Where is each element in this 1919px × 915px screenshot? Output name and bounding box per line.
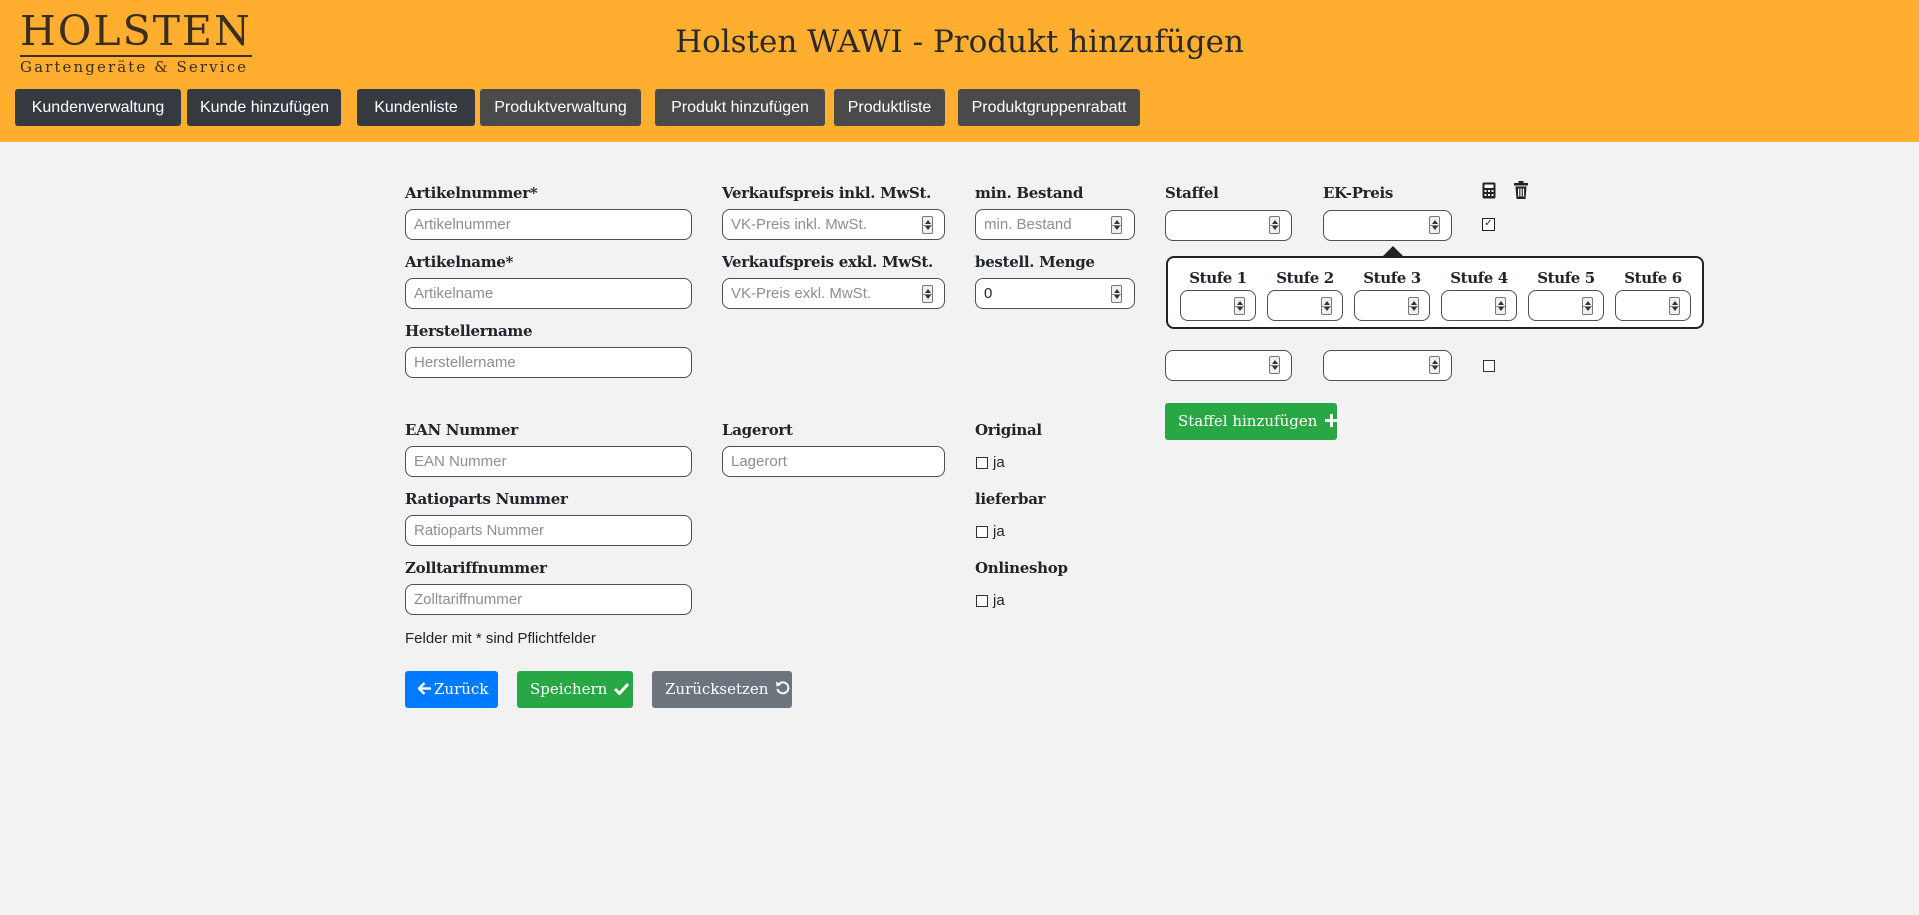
onlineshop-checkbox[interactable]	[976, 595, 988, 607]
arrow-left-icon	[417, 672, 431, 709]
stufe-label-4: Stufe 4	[1450, 269, 1508, 287]
label-onlineshop: Onlineshop	[975, 559, 1068, 577]
stufe-spinner-1[interactable]	[1234, 297, 1245, 315]
stufe-spinner-6[interactable]	[1669, 297, 1680, 315]
back-label: Zurück	[434, 680, 489, 698]
save-label: Speichern	[530, 680, 608, 698]
min-bestand-spinner[interactable]	[1111, 216, 1122, 234]
label-lagerort: Lagerort	[722, 421, 793, 439]
ek-preis-spinner-2[interactable]	[1429, 356, 1440, 374]
stufe-label-1: Stufe 1	[1189, 269, 1247, 287]
stufe-label-2: Stufe 2	[1276, 269, 1334, 287]
label-staffel: Staffel	[1165, 184, 1219, 202]
label-bestell-menge: bestell. Menge	[975, 253, 1095, 271]
page-title: Holsten WAWI - Produkt hinzufügen	[675, 24, 1244, 60]
vk-inkl-spinner[interactable]	[922, 216, 933, 234]
stufe-label-6: Stufe 6	[1624, 269, 1682, 287]
nav-kundenliste[interactable]: Kundenliste	[357, 89, 475, 126]
stufe-spinner-3[interactable]	[1408, 297, 1419, 315]
staffel-checkbox-2[interactable]	[1483, 360, 1495, 372]
stufe-label-5: Stufe 5	[1537, 269, 1595, 287]
staffel-spinner-1[interactable]	[1269, 216, 1280, 234]
stufe-spinner-5[interactable]	[1582, 297, 1593, 315]
header-bar: HOLSTEN Gartengeräte & Service Holsten W…	[0, 0, 1919, 142]
label-vk-inkl: Verkaufspreis inkl. MwSt.	[722, 184, 932, 202]
label-lieferbar: lieferbar	[975, 490, 1046, 508]
stufe-input-3[interactable]	[1354, 290, 1430, 321]
vk-inkl-input[interactable]	[722, 209, 945, 240]
nav-produktgruppenrabatt[interactable]: Produktgruppenrabatt	[958, 89, 1140, 126]
herstellername-input[interactable]	[405, 347, 692, 378]
nav-produktverwaltung[interactable]: Produktverwaltung	[480, 89, 641, 126]
plus-icon	[1325, 404, 1339, 441]
nav-kundenverwaltung[interactable]: Kundenverwaltung	[15, 89, 181, 126]
trash-icon[interactable]	[1514, 181, 1528, 199]
label-ean: EAN Nummer	[405, 421, 518, 439]
stufe-input-5[interactable]	[1528, 290, 1604, 321]
nav-kunde-hinzufuegen[interactable]: Kunde hinzufügen	[187, 89, 341, 126]
lieferbar-checkbox[interactable]	[976, 526, 988, 538]
label-artikelname: Artikelname*	[405, 253, 514, 271]
stufe-label-3: Stufe 3	[1363, 269, 1421, 287]
label-ratioparts: Ratioparts Nummer	[405, 490, 568, 508]
label-herstellername: Herstellername	[405, 322, 533, 340]
bestell-menge-spinner[interactable]	[1111, 285, 1122, 303]
vk-exkl-spinner[interactable]	[922, 285, 933, 303]
stufe-input-4[interactable]	[1441, 290, 1517, 321]
checkmark-icon	[614, 672, 630, 709]
nav-produktliste[interactable]: Produktliste	[834, 89, 945, 126]
nav-produkt-hinzufuegen[interactable]: Produkt hinzufügen	[655, 89, 825, 126]
label-vk-exkl: Verkaufspreis exkl. MwSt.	[722, 253, 933, 271]
label-min-bestand: min. Bestand	[975, 184, 1084, 202]
ratioparts-input[interactable]	[405, 515, 692, 546]
staffel-checkbox-1[interactable]: ✓	[1482, 218, 1495, 231]
save-button[interactable]: Speichern	[517, 671, 633, 708]
stufe-spinner-4[interactable]	[1495, 297, 1506, 315]
reset-label: Zurücksetzen	[665, 680, 769, 698]
staffel-add-button[interactable]: Staffel hinzufügen	[1165, 403, 1339, 441]
back-button[interactable]: Zurück	[405, 671, 498, 708]
stufe-input-2[interactable]	[1267, 290, 1343, 321]
required-fields-note: Felder mit * sind Pflichtfelder	[405, 630, 596, 647]
lagerort-input[interactable]	[722, 446, 945, 477]
ek-preis-spinner-1[interactable]	[1429, 216, 1440, 234]
original-option-label: ja	[993, 454, 1005, 471]
onlineshop-option-label: ja	[993, 592, 1005, 609]
original-checkbox[interactable]	[976, 457, 988, 469]
label-original: Original	[975, 421, 1042, 439]
artikelnummer-input[interactable]	[405, 209, 692, 240]
reset-button[interactable]: Zurücksetzen	[652, 671, 792, 708]
label-zolltarif: Zolltariffnummer	[405, 559, 547, 577]
artikelname-input[interactable]	[405, 278, 692, 309]
vk-exkl-input[interactable]	[722, 278, 945, 309]
stufen-popover: Stufe 1 Stufe 2 Stufe 3 Stufe 4 Stufe 5 …	[1166, 256, 1704, 329]
ean-input[interactable]	[405, 446, 692, 477]
stufe-spinner-2[interactable]	[1321, 297, 1332, 315]
calculator-icon[interactable]	[1482, 182, 1496, 199]
label-ek-preis: EK-Preis	[1323, 184, 1394, 202]
zolltarif-input[interactable]	[405, 584, 692, 615]
staffel-add-label: Staffel hinzufügen	[1178, 412, 1318, 430]
staffel-spinner-2[interactable]	[1269, 356, 1280, 374]
stufe-input-1[interactable]	[1180, 290, 1256, 321]
undo-icon	[775, 672, 790, 709]
label-artikelnummer: Artikelnummer*	[405, 184, 538, 202]
logo-subtitle: Gartengeräte & Service	[20, 58, 249, 76]
stufe-input-6[interactable]	[1615, 290, 1691, 321]
lieferbar-option-label: ja	[993, 523, 1005, 540]
